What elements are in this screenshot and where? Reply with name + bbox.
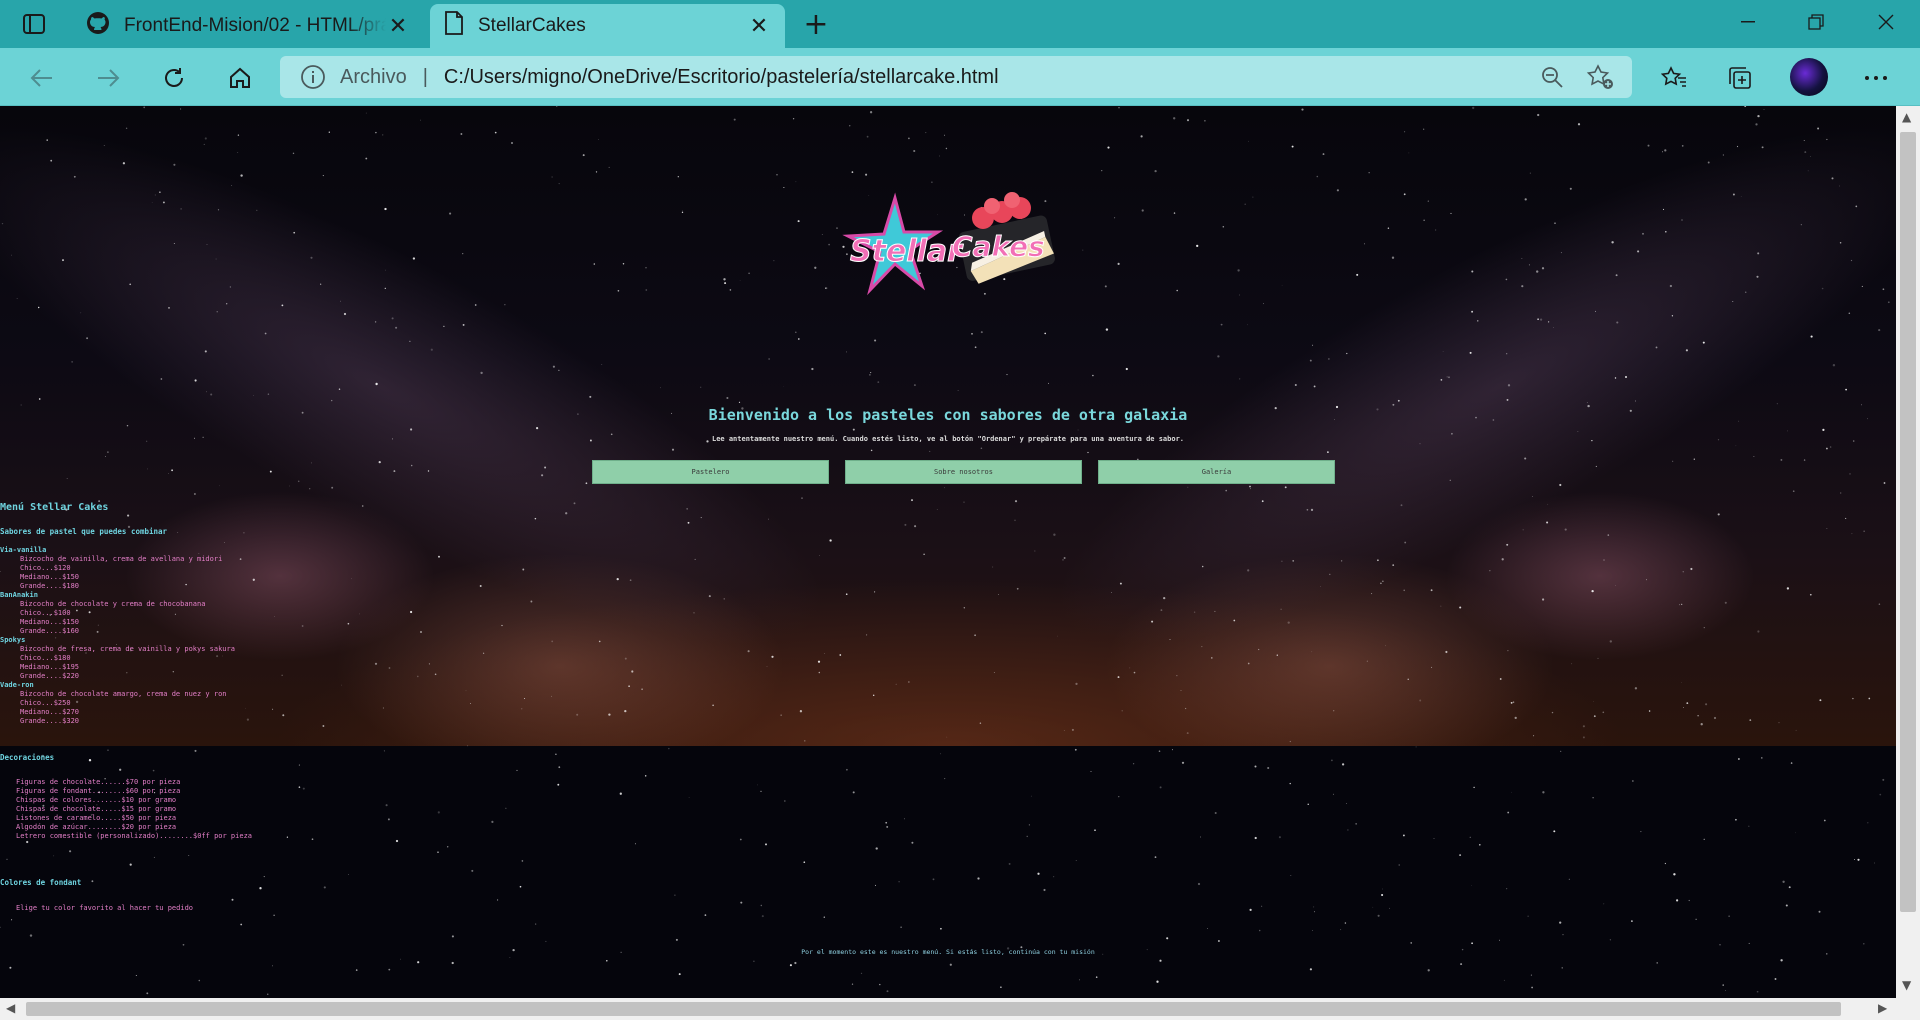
address-scheme-label: Archivo	[340, 65, 407, 88]
pastelero-button[interactable]: Pastelero	[592, 460, 829, 484]
svg-text:Stellar: Stellar	[850, 234, 964, 269]
decoration-item: Listones de caramelo.....$50 por pieza	[16, 814, 177, 822]
cake-size: Grande....$320	[20, 717, 80, 725]
minimize-icon[interactable]	[1718, 0, 1778, 44]
cake-size: Mediano...$150	[20, 618, 80, 626]
decoration-item: Chispas de chocolate.....$15 por gramo	[16, 805, 177, 813]
page-viewport: Stellar Cakes Bienvenido a los pasteles …	[0, 106, 1896, 998]
fondant-title: Colores de fondant	[0, 878, 82, 887]
address-separator: |	[422, 65, 428, 88]
cake-name: Vade-ron	[0, 681, 34, 689]
cake-description: Bizcocho de chocolate amargo, crema de n…	[20, 690, 227, 698]
decoration-item: Letrero comestible (personalizado)......…	[16, 832, 253, 840]
cake-size: Chico...$180	[20, 654, 71, 662]
more-options-icon[interactable]	[1858, 60, 1894, 96]
vertical-scroll-thumb[interactable]	[1900, 132, 1916, 912]
cake-description: Bizcocho de chocolate y crema de chocoba…	[20, 600, 206, 608]
cake-size: Mediano...$270	[20, 708, 80, 716]
welcome-title: Bienvenido a los pasteles con sabores de…	[708, 406, 1188, 424]
cake-size: Mediano...$195	[20, 663, 80, 671]
flavors-title: Sabores de pastel que puedes combinar	[0, 527, 168, 536]
stellarcakes-logo: Stellar Cakes	[842, 192, 1055, 296]
decoration-item: Figuras de chocolate......$70 por pieza	[16, 778, 181, 786]
tab-bar: FrontEnd-Mision/02 - HTML/práctica ✕ Ste…	[0, 0, 1920, 48]
fondant-text: Elige tu color favorito al hacer tu pedi…	[16, 904, 194, 912]
vertical-scrollbar[interactable]: ▲ ▼	[1896, 106, 1920, 998]
info-icon[interactable]	[300, 64, 326, 90]
cake-size: Chico...$100	[20, 609, 71, 617]
add-favorite-icon[interactable]	[1586, 64, 1614, 96]
menu-title: Menú Stellar Cakes	[0, 502, 109, 513]
forward-icon[interactable]	[90, 60, 126, 96]
close-tab-icon[interactable]: ✕	[747, 13, 771, 39]
footer-note: Por el momento este es nuestro menú. Si …	[801, 948, 1095, 956]
favorites-icon[interactable]	[1656, 60, 1692, 96]
home-icon[interactable]	[222, 60, 258, 96]
close-tab-icon[interactable]: ✕	[386, 13, 410, 39]
tab-title: StellarCakes	[478, 15, 586, 36]
cake-name: BanAnakin	[0, 591, 38, 599]
github-icon	[86, 11, 110, 41]
cake-name: Via-vanilla	[0, 546, 47, 554]
restore-icon[interactable]	[1786, 0, 1846, 44]
sobre-nosotros-button[interactable]: Sobre nosotros	[845, 460, 1082, 484]
cake-size: Mediano...$150	[20, 573, 80, 581]
document-icon	[444, 11, 464, 41]
scroll-left-icon[interactable]: ◀	[6, 1001, 15, 1015]
zoom-out-icon[interactable]	[1540, 65, 1564, 95]
new-tab-icon[interactable]: +	[800, 7, 832, 42]
profile-avatar[interactable]	[1790, 58, 1828, 96]
galeria-button[interactable]: Galería	[1098, 460, 1335, 484]
cake-description: Bizcocho de fresa, crema de vainilla y p…	[20, 645, 235, 653]
horizontal-scrollbar[interactable]: ◀ ▶	[0, 998, 1920, 1020]
browser-toolbar: Archivo | C:/Users/migno/OneDrive/Escrit…	[0, 48, 1920, 106]
cake-size: Chico...$250	[20, 699, 71, 707]
cake-name: Spokys	[0, 636, 26, 644]
refresh-icon[interactable]	[156, 60, 192, 96]
collections-icon[interactable]	[1722, 60, 1758, 96]
scroll-down-icon[interactable]: ▼	[1902, 978, 1911, 992]
decoration-item: Figuras de fondant........$60 por pieza	[16, 787, 181, 795]
decorations-title: Decoraciones	[0, 753, 55, 762]
cake-description: Bizcocho de vainilla, crema de avellana …	[20, 555, 223, 563]
tab-github[interactable]: FrontEnd-Mision/02 - HTML/práctica ✕	[72, 4, 424, 48]
tab-title: FrontEnd-Mision/02 - HTML/práctica	[124, 15, 386, 36]
cake-size: Grande....$180	[20, 582, 80, 590]
close-window-icon[interactable]	[1856, 0, 1916, 44]
cake-size: Chico...$120	[20, 564, 71, 572]
welcome-subtitle: Lee antentamente nuestro menú. Cuando es…	[711, 435, 1184, 443]
decoration-item: Chispas de colores.......$10 por gramo	[16, 796, 177, 804]
address-url[interactable]: C:/Users/migno/OneDrive/Escritorio/paste…	[444, 66, 999, 89]
scroll-right-icon[interactable]: ▶	[1878, 1001, 1887, 1015]
scroll-up-icon[interactable]: ▲	[1902, 110, 1911, 124]
cake-size: Grande....$160	[20, 627, 80, 635]
back-icon[interactable]	[24, 60, 60, 96]
address-bar[interactable]: Archivo | C:/Users/migno/OneDrive/Escrit…	[280, 56, 1632, 98]
decoration-item: Algodón de azúcar........$20 por pieza	[16, 823, 177, 831]
svg-text:Cakes: Cakes	[952, 230, 1045, 263]
horizontal-scroll-thumb[interactable]	[26, 1002, 1841, 1016]
cake-size: Grande....$220	[20, 672, 80, 680]
tab-actions-icon[interactable]	[20, 12, 48, 36]
tab-stellarcakes[interactable]: StellarCakes ✕	[430, 4, 785, 48]
